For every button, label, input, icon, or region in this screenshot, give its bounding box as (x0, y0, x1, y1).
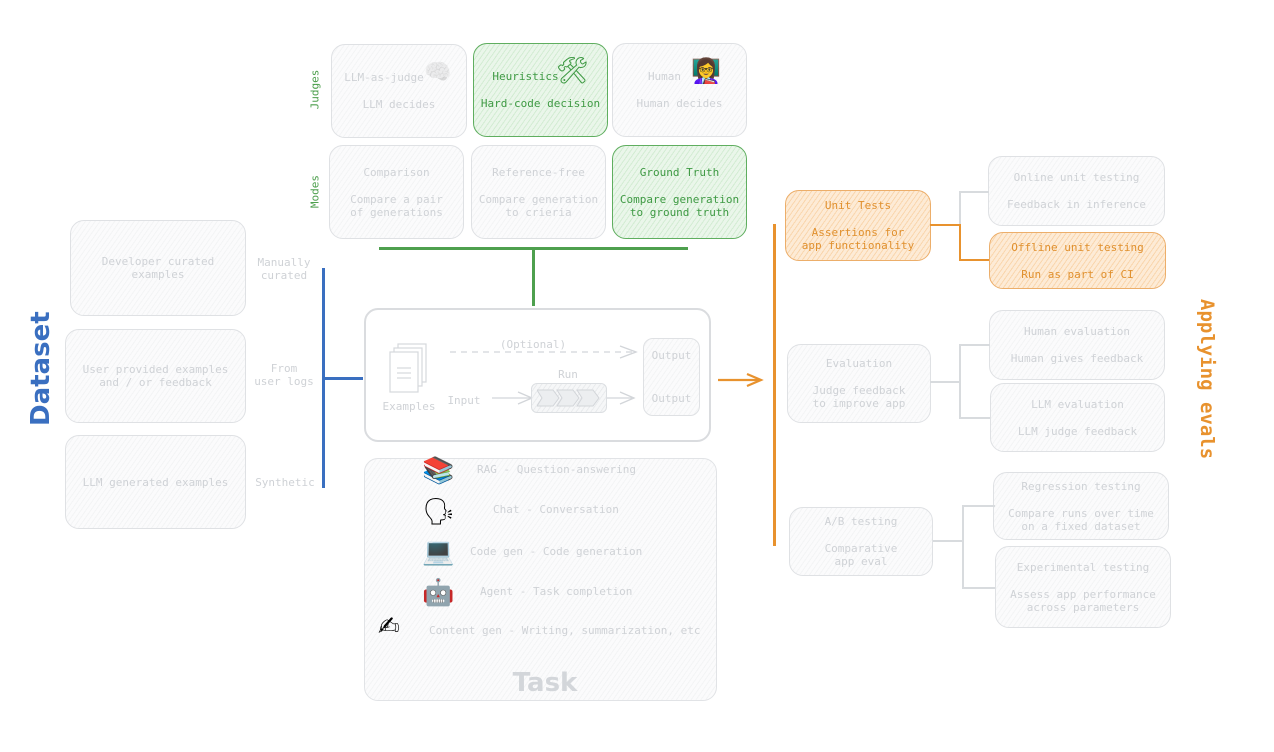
output-bottom-label: Output (651, 392, 692, 405)
writing-hand-icon: ✍ (378, 612, 400, 642)
judge-human: Human Human decides 👩‍🏫 (612, 43, 747, 137)
dataset-source-label: Manually curated (257, 256, 311, 282)
judges-connector-line (532, 248, 535, 306)
output-block: Output Output (643, 338, 700, 416)
examples-icon (389, 343, 427, 393)
eval-title: Offline unit testing (1011, 240, 1144, 254)
mode-reference-free: Reference-free Compare generation to cri… (471, 145, 606, 239)
eval-title: LLM evaluation (1031, 397, 1124, 411)
robot-icon: 🤖 (422, 578, 455, 608)
eval-human-evaluation: Human evaluation Human gives feedback (989, 310, 1165, 380)
task-panel (364, 458, 717, 701)
task-title: Task (512, 668, 578, 698)
eval-desc: Run as part of CI (1021, 267, 1134, 281)
dataset-source-llm-generated: LLM generated examples (65, 435, 246, 529)
dataset-source-text: User provided examples and / or feedback (82, 363, 229, 389)
output-top-label: Output (651, 349, 692, 362)
judge-title: LLM-as-judge (344, 71, 424, 84)
task-item-agent: Agent - Task completion (480, 585, 633, 598)
eval-title: Human evaluation (1024, 325, 1130, 338)
eval-desc: LLM judge feedback (1017, 424, 1138, 438)
eval-desc: Judge feedback to improve app (812, 384, 906, 410)
mode-title: Reference-free (492, 165, 585, 179)
pipeline-to-evals-arrow (718, 372, 764, 388)
optional-dashed-arrow (450, 345, 638, 359)
task-item-chat: Chat - Conversation (493, 503, 619, 516)
mode-desc: Compare a pair of generations (350, 192, 443, 219)
judges-row-label: Judges (308, 69, 322, 110)
task-item-rag: RAG - Question-answering (477, 463, 636, 476)
judge-desc: LLM decides (362, 98, 436, 111)
dataset-connector-line (323, 377, 363, 380)
mode-title: Comparison (363, 165, 430, 179)
eval-desc: Human gives feedback (1010, 352, 1144, 365)
eval-desc: Assertions for app functionality (801, 226, 915, 252)
hammer-wrench-icon: 🛠 (556, 56, 590, 86)
eval-regression-testing: Regression testing Compare runs over tim… (993, 472, 1169, 540)
task-item-code-gen: Code gen - Code generation (470, 545, 643, 558)
eval-title: Regression testing (1021, 479, 1141, 493)
judge-desc: Hard-code decision (480, 97, 601, 110)
mode-ground-truth: Ground Truth Compare generation to groun… (612, 145, 747, 239)
run-steps-icon (537, 389, 600, 407)
mode-desc: Compare generation to ground truth (619, 192, 740, 219)
judge-desc: Human decides (636, 97, 723, 110)
eval-ab-testing: A/B testing Comparative app eval (789, 507, 933, 576)
laptop-icon: 💻 (422, 537, 455, 567)
dataset-source-label: From user logs (254, 362, 314, 388)
evaluation-connectors (930, 344, 990, 419)
brain-icon: 🧠 (424, 60, 452, 85)
run-output-arrow (605, 391, 636, 405)
eval-desc: Feedback in inference (1006, 198, 1147, 211)
judge-llm-as-judge: LLM-as-judge LLM decides 🧠 (331, 44, 467, 138)
input-arrow (492, 391, 534, 405)
unit-tests-connectors (930, 191, 989, 261)
dataset-source-text: Developer curated examples (101, 255, 215, 281)
evals-bracket-line (773, 224, 776, 546)
dataset-title: Dataset (26, 311, 56, 426)
eval-offline-unit-testing: Offline unit testing Run as part of CI (989, 232, 1166, 289)
modes-row-label: Modes (308, 174, 322, 209)
ab-testing-connectors (933, 505, 995, 589)
judge-title: Human (647, 70, 682, 83)
eval-desc: Assess app performance across parameters (1010, 587, 1156, 614)
examples-label: Examples (382, 400, 436, 413)
dataset-source-label: Synthetic (255, 476, 315, 489)
judge-heuristics: Heuristics Hard-code decision 🛠 (473, 43, 608, 137)
eval-desc: Comparative app eval (824, 542, 898, 568)
applying-evals-title: Applying evals (1196, 299, 1218, 460)
eval-title: Unit Tests (824, 199, 892, 212)
teacher-icon: 👩‍🏫 (691, 57, 721, 85)
eval-desc: Compare runs over time on a fixed datase… (1008, 506, 1154, 533)
eval-title: A/B testing (824, 515, 898, 528)
dataset-source-text: LLM generated examples (82, 475, 229, 489)
task-item-content-gen: Content gen - Writing, summarization, et… (429, 624, 701, 637)
eval-experimental-testing: Experimental testing Assess app performa… (995, 546, 1171, 628)
mode-desc: Compare generation to crieria (478, 192, 599, 219)
dataset-source-user-provided: User provided examples and / or feedback (65, 329, 246, 423)
eval-unit-tests: Unit Tests Assertions for app functional… (785, 190, 931, 261)
eval-online-unit-testing: Online unit testing Feedback in inferenc… (988, 156, 1165, 226)
eval-title: Evaluation (825, 357, 893, 370)
judge-title: Heuristics (492, 70, 559, 83)
eval-title: Online unit testing (1013, 171, 1140, 184)
eval-evaluation: Evaluation Judge feedback to improve app (787, 344, 931, 423)
eval-llm-evaluation: LLM evaluation LLM judge feedback (990, 383, 1165, 452)
mode-comparison: Comparison Compare a pair of generations (329, 145, 464, 239)
eval-title: Experimental testing (1016, 560, 1150, 574)
speaking-head-icon: 🗣 (422, 497, 456, 527)
books-icon: 📚 (422, 456, 455, 486)
dataset-source-developer-curated: Developer curated examples (70, 220, 246, 316)
mode-title: Ground Truth (639, 165, 720, 179)
